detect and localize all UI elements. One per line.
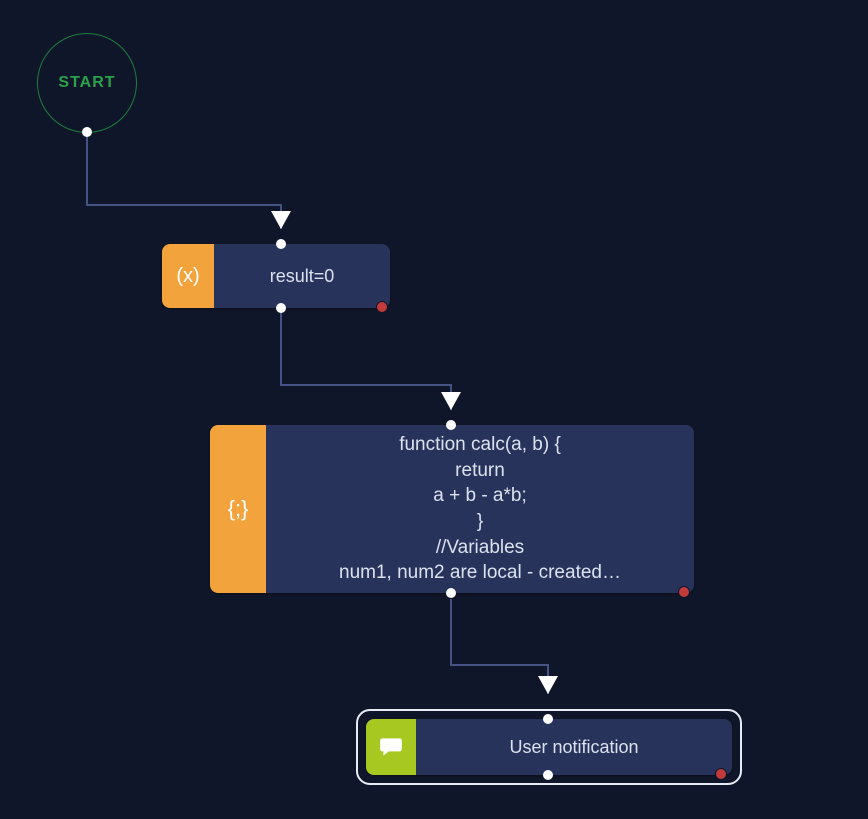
notification-node-text: User notification	[416, 719, 732, 775]
notification-node[interactable]: User notification	[366, 719, 732, 775]
variable-node-text: result=0	[214, 244, 390, 308]
script-icon-glyph: {;}	[228, 496, 249, 522]
speech-icon-svg	[378, 734, 404, 760]
port-out[interactable]	[82, 127, 92, 137]
script-node-text: function calc(a, b) { return a + b - a*b…	[266, 425, 694, 593]
script-node[interactable]: {;} function calc(a, b) { return a + b -…	[210, 425, 694, 593]
breakpoint-dot[interactable]	[678, 586, 690, 598]
breakpoint-dot[interactable]	[376, 301, 388, 313]
arrowhead	[271, 211, 291, 229]
variable-icon: (x)	[162, 244, 214, 308]
variable-icon-glyph: (x)	[176, 265, 199, 288]
edges-layer	[0, 0, 868, 819]
arrowhead	[441, 392, 461, 410]
flow-canvas[interactable]: START (x) result=0 {;} function calc(a, …	[0, 0, 868, 819]
variable-node[interactable]: (x) result=0	[162, 244, 390, 308]
speech-icon	[366, 719, 416, 775]
script-icon: {;}	[210, 425, 266, 593]
start-label: START	[58, 74, 115, 92]
port-out[interactable]	[543, 770, 553, 780]
port-in[interactable]	[446, 420, 456, 430]
arrowhead	[538, 676, 558, 694]
edge-script-to-notify	[451, 599, 548, 694]
edge-var-to-script	[281, 311, 451, 410]
port-out[interactable]	[446, 588, 456, 598]
edge-start-to-var	[87, 133, 281, 229]
port-in[interactable]	[276, 239, 286, 249]
port-out[interactable]	[276, 303, 286, 313]
breakpoint-dot[interactable]	[715, 768, 727, 780]
start-node[interactable]: START	[37, 33, 137, 133]
port-in[interactable]	[543, 714, 553, 724]
